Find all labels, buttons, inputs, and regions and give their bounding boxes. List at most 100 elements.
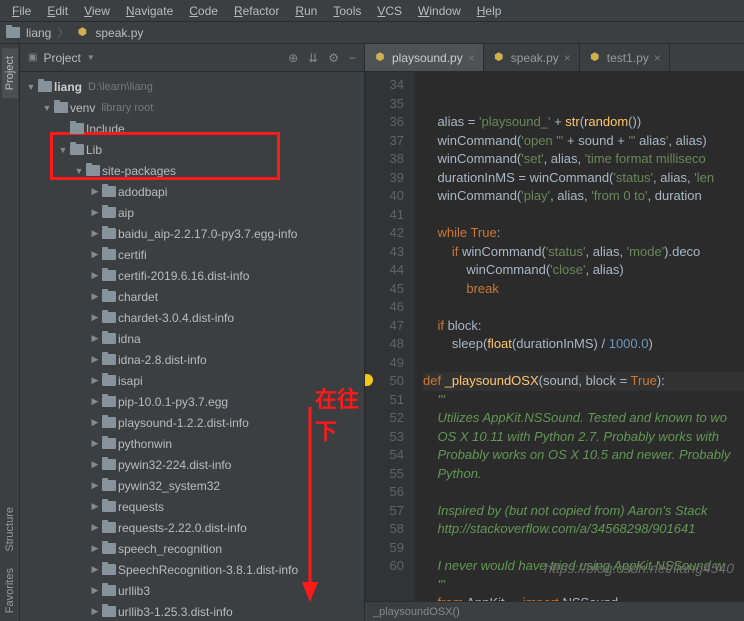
expand-icon[interactable] — [42, 103, 52, 113]
tree-item[interactable]: chardet-3.0.4.dist-info — [20, 307, 364, 328]
menu-code[interactable]: Code — [181, 2, 226, 20]
code-line[interactable] — [423, 298, 744, 317]
tree-item[interactable]: pywin32-224.dist-info — [20, 454, 364, 475]
code-line[interactable]: Utilizes AppKit.NSSound. Tested and know… — [423, 409, 744, 428]
tree-item[interactable]: certifi-2019.6.16.dist-info — [20, 265, 364, 286]
expand-icon[interactable] — [90, 228, 100, 239]
tree-item[interactable]: Lib — [20, 139, 364, 160]
expand-icon[interactable] — [90, 354, 100, 365]
dropdown-icon[interactable]: ▼ — [87, 53, 95, 62]
tree-item[interactable]: adodbapi — [20, 181, 364, 202]
tree-item[interactable]: Include — [20, 118, 364, 139]
expand-icon[interactable] — [90, 396, 100, 407]
expand-icon[interactable] — [90, 501, 100, 512]
code-line[interactable]: I never would have tried using AppKit.NS… — [423, 557, 744, 576]
tree-item[interactable]: liangD:\learn\liang — [20, 76, 364, 97]
code-line[interactable]: Probably works on OS X 10.5 and newer. P… — [423, 446, 744, 465]
expand-icon[interactable] — [74, 166, 84, 176]
editor-tab[interactable]: ⬢test1.py× — [580, 44, 670, 71]
tree-item[interactable]: baidu_aip-2.2.17.0-py3.7.egg-info — [20, 223, 364, 244]
expand-icon[interactable] — [58, 145, 68, 155]
code-line[interactable] — [423, 354, 744, 373]
gear-icon[interactable]: ⚙ — [328, 51, 339, 65]
expand-icon[interactable] — [90, 417, 100, 428]
favorites-tool-tab[interactable]: Favorites — [2, 560, 18, 621]
tree-item[interactable]: urllib3-1.25.3.dist-info — [20, 601, 364, 621]
code-line[interactable]: if block: — [423, 317, 744, 336]
expand-icon[interactable] — [90, 459, 100, 470]
code-line[interactable]: OS X 10.11 with Python 2.7. Probably wor… — [423, 428, 744, 447]
tree-item[interactable]: venvlibrary root — [20, 97, 364, 118]
close-icon[interactable]: × — [654, 51, 661, 65]
code-line[interactable]: sleep(float(durationInMS) / 1000.0) — [423, 335, 744, 354]
tree-item[interactable]: certifi — [20, 244, 364, 265]
editor-gutter[interactable]: 3435363738394041424344454647484950515253… — [365, 72, 415, 601]
code-line[interactable]: winCommand('close', alias) — [423, 261, 744, 280]
expand-icon[interactable] — [90, 564, 100, 575]
code-line[interactable]: ''' — [423, 576, 744, 595]
code-line[interactable]: def _playsoundOSX(sound, block = True): — [423, 372, 744, 391]
expand-icon[interactable] — [90, 312, 100, 323]
menu-tools[interactable]: Tools — [325, 2, 369, 20]
code-line[interactable]: while True: — [423, 224, 744, 243]
editor-tab[interactable]: ⬢playsound.py× — [365, 44, 484, 71]
menu-refactor[interactable]: Refactor — [226, 2, 287, 20]
code-line[interactable]: from AppKit import NSSound — [423, 594, 744, 601]
code-line[interactable] — [423, 539, 744, 558]
tree-item[interactable]: playsound-1.2.2.dist-info — [20, 412, 364, 433]
tree-item[interactable]: speech_recognition — [20, 538, 364, 559]
code-line[interactable]: alias = 'playsound_' + str(random()) — [423, 113, 744, 132]
target-icon[interactable]: ⊕ — [288, 51, 298, 65]
code-line[interactable]: winCommand('set', alias, 'time format mi… — [423, 150, 744, 169]
tree-item[interactable]: idna — [20, 328, 364, 349]
expand-icon[interactable] — [90, 606, 100, 617]
tree-item[interactable]: site-packages — [20, 160, 364, 181]
menu-edit[interactable]: Edit — [39, 2, 76, 20]
expand-icon[interactable] — [90, 585, 100, 596]
editor-tabs[interactable]: ⬢playsound.py×⬢speak.py×⬢test1.py× — [365, 44, 744, 72]
close-icon[interactable]: × — [468, 51, 475, 65]
tree-item[interactable]: chardet — [20, 286, 364, 307]
collapse-all-icon[interactable]: ⇊ — [308, 51, 318, 65]
code-line[interactable]: Inspired by (but not copied from) Aaron'… — [423, 502, 744, 521]
expand-icon[interactable] — [90, 333, 100, 344]
tree-item[interactable]: pythonwin — [20, 433, 364, 454]
project-tree[interactable]: 在往下 liangD:\learn\liangvenvlibrary rootI… — [20, 72, 364, 621]
structure-tool-tab[interactable]: Structure — [2, 499, 18, 560]
code-line[interactable]: ''' — [423, 391, 744, 410]
expand-icon[interactable] — [90, 270, 100, 281]
main-menu[interactable]: FileEditViewNavigateCodeRefactorRunTools… — [0, 0, 744, 22]
breadcrumb-file[interactable]: speak.py — [95, 26, 143, 40]
close-icon[interactable]: × — [564, 51, 571, 65]
expand-icon[interactable] — [90, 207, 100, 218]
editor-code[interactable]: alias = 'playsound_' + str(random()) win… — [415, 72, 744, 601]
hide-icon[interactable]: − — [349, 51, 356, 65]
expand-icon[interactable] — [26, 82, 36, 92]
code-line[interactable]: http://stackoverflow.com/a/34568298/9016… — [423, 520, 744, 539]
editor-tab[interactable]: ⬢speak.py× — [484, 44, 580, 71]
tree-item[interactable]: pip-10.0.1-py3.7.egg — [20, 391, 364, 412]
code-line[interactable]: winCommand('open "' + sound + '" alias',… — [423, 132, 744, 151]
expand-icon[interactable] — [90, 522, 100, 533]
code-line[interactable]: if winCommand('status', alias, 'mode').d… — [423, 243, 744, 262]
code-line[interactable] — [423, 483, 744, 502]
expand-icon[interactable] — [90, 438, 100, 449]
tree-item[interactable]: pywin32_system32 — [20, 475, 364, 496]
tree-item[interactable]: isapi — [20, 370, 364, 391]
bulb-icon[interactable] — [365, 374, 373, 386]
expand-icon[interactable] — [90, 186, 100, 197]
menu-navigate[interactable]: Navigate — [118, 2, 181, 20]
tree-item[interactable]: requests — [20, 496, 364, 517]
menu-run[interactable]: Run — [287, 2, 325, 20]
menu-window[interactable]: Window — [410, 2, 469, 20]
code-line[interactable] — [423, 206, 744, 225]
expand-icon[interactable] — [90, 249, 100, 260]
expand-icon[interactable] — [90, 543, 100, 554]
tree-item[interactable]: SpeechRecognition-3.8.1.dist-info — [20, 559, 364, 580]
project-tool-tab[interactable]: Project — [2, 48, 18, 98]
panel-collapse-icon[interactable]: ▣ — [28, 52, 37, 63]
expand-icon[interactable] — [90, 375, 100, 386]
menu-help[interactable]: Help — [469, 2, 510, 20]
tree-item[interactable]: idna-2.8.dist-info — [20, 349, 364, 370]
code-line[interactable]: winCommand('play', alias, 'from 0 to', d… — [423, 187, 744, 206]
